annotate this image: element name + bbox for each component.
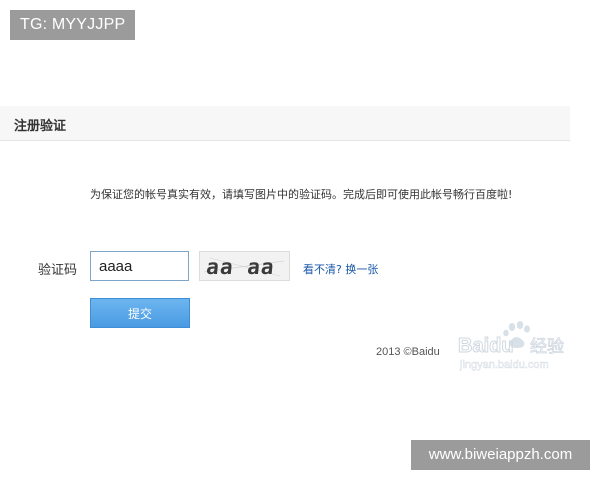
refresh-captcha-link[interactable]: 看不清? 换一张 bbox=[303, 261, 378, 277]
header-bar: 注册验证 bbox=[0, 106, 570, 141]
captcha-label: 验证码 bbox=[38, 263, 78, 278]
copyright-text: 2013 ©Baidu bbox=[376, 346, 440, 358]
captcha-image-graphic: aa aa bbox=[200, 252, 289, 280]
watermark-tag: TG: MYYJJPP bbox=[10, 10, 136, 40]
submit-button[interactable]: 提交 bbox=[90, 298, 190, 328]
baidu-brand-text: Baidu bbox=[458, 335, 514, 357]
baidu-jingyan-watermark: Baidu 经验 jingyan.baidu.com bbox=[456, 318, 574, 374]
captcha-input[interactable] bbox=[90, 251, 189, 281]
baidu-url-text: jingyan.baidu.com bbox=[459, 359, 549, 371]
baidu-product-text: 经验 bbox=[530, 337, 564, 357]
instruction-text: 为保证您的帐号真实有效，请填写图片中的验证码。完成后即可使用此帐号畅行百度啦! bbox=[90, 188, 513, 201]
page: TG: MYYJJPP 注册验证 为保证您的帐号真实有效，请填写图片中的验证码。… bbox=[0, 0, 600, 480]
site-url-tag: www.biweiappzh.com bbox=[411, 440, 590, 470]
captcha-image-text: aa aa bbox=[205, 254, 276, 279]
page-title: 注册验证 bbox=[14, 119, 67, 134]
captcha-image: aa aa bbox=[199, 251, 290, 281]
